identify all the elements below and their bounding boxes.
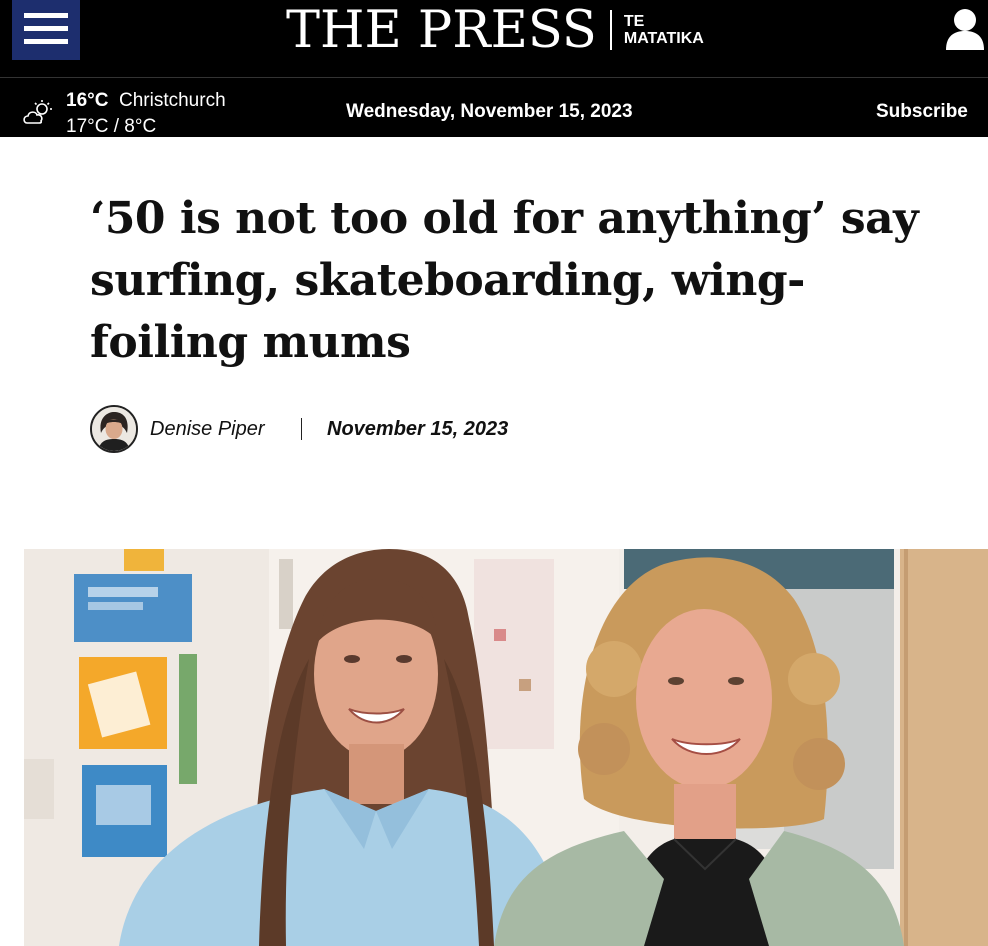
info-bar: 16°C Christchurch 17°C / 8°C Wednesday, … (0, 77, 988, 137)
author-avatar[interactable] (90, 405, 138, 453)
weather-city: Christchurch (119, 90, 226, 111)
subscribe-link[interactable]: Subscribe (876, 101, 968, 123)
brand-subtitle: TE MATATIKA (624, 13, 704, 47)
article-headline: ‘50 is not too old for anything’ say sur… (90, 193, 919, 368)
brand-subtitle-line1: TE (623, 13, 645, 30)
article-hero-image (24, 549, 988, 946)
brand-title: THE PRESS (286, 0, 597, 60)
temperature-range: 17°C / 8°C (66, 116, 157, 137)
site-header: THE PRESS TE MATATIKA (0, 0, 988, 77)
hamburger-menu-icon[interactable] (12, 0, 80, 60)
partly-cloudy-icon (22, 100, 56, 126)
current-temperature: 16°C (66, 90, 109, 111)
site-logo[interactable]: THE PRESS TE MATATIKA (286, 0, 704, 60)
brand-divider (609, 10, 612, 50)
user-account-icon[interactable] (942, 4, 988, 52)
byline-divider (301, 418, 302, 440)
author-name[interactable]: Denise Piper (150, 418, 265, 441)
publish-date: November 15, 2023 (327, 418, 509, 440)
header-date: Wednesday, November 15, 2023 (346, 101, 633, 122)
brand-subtitle-line2: MATATIKA (623, 30, 704, 47)
